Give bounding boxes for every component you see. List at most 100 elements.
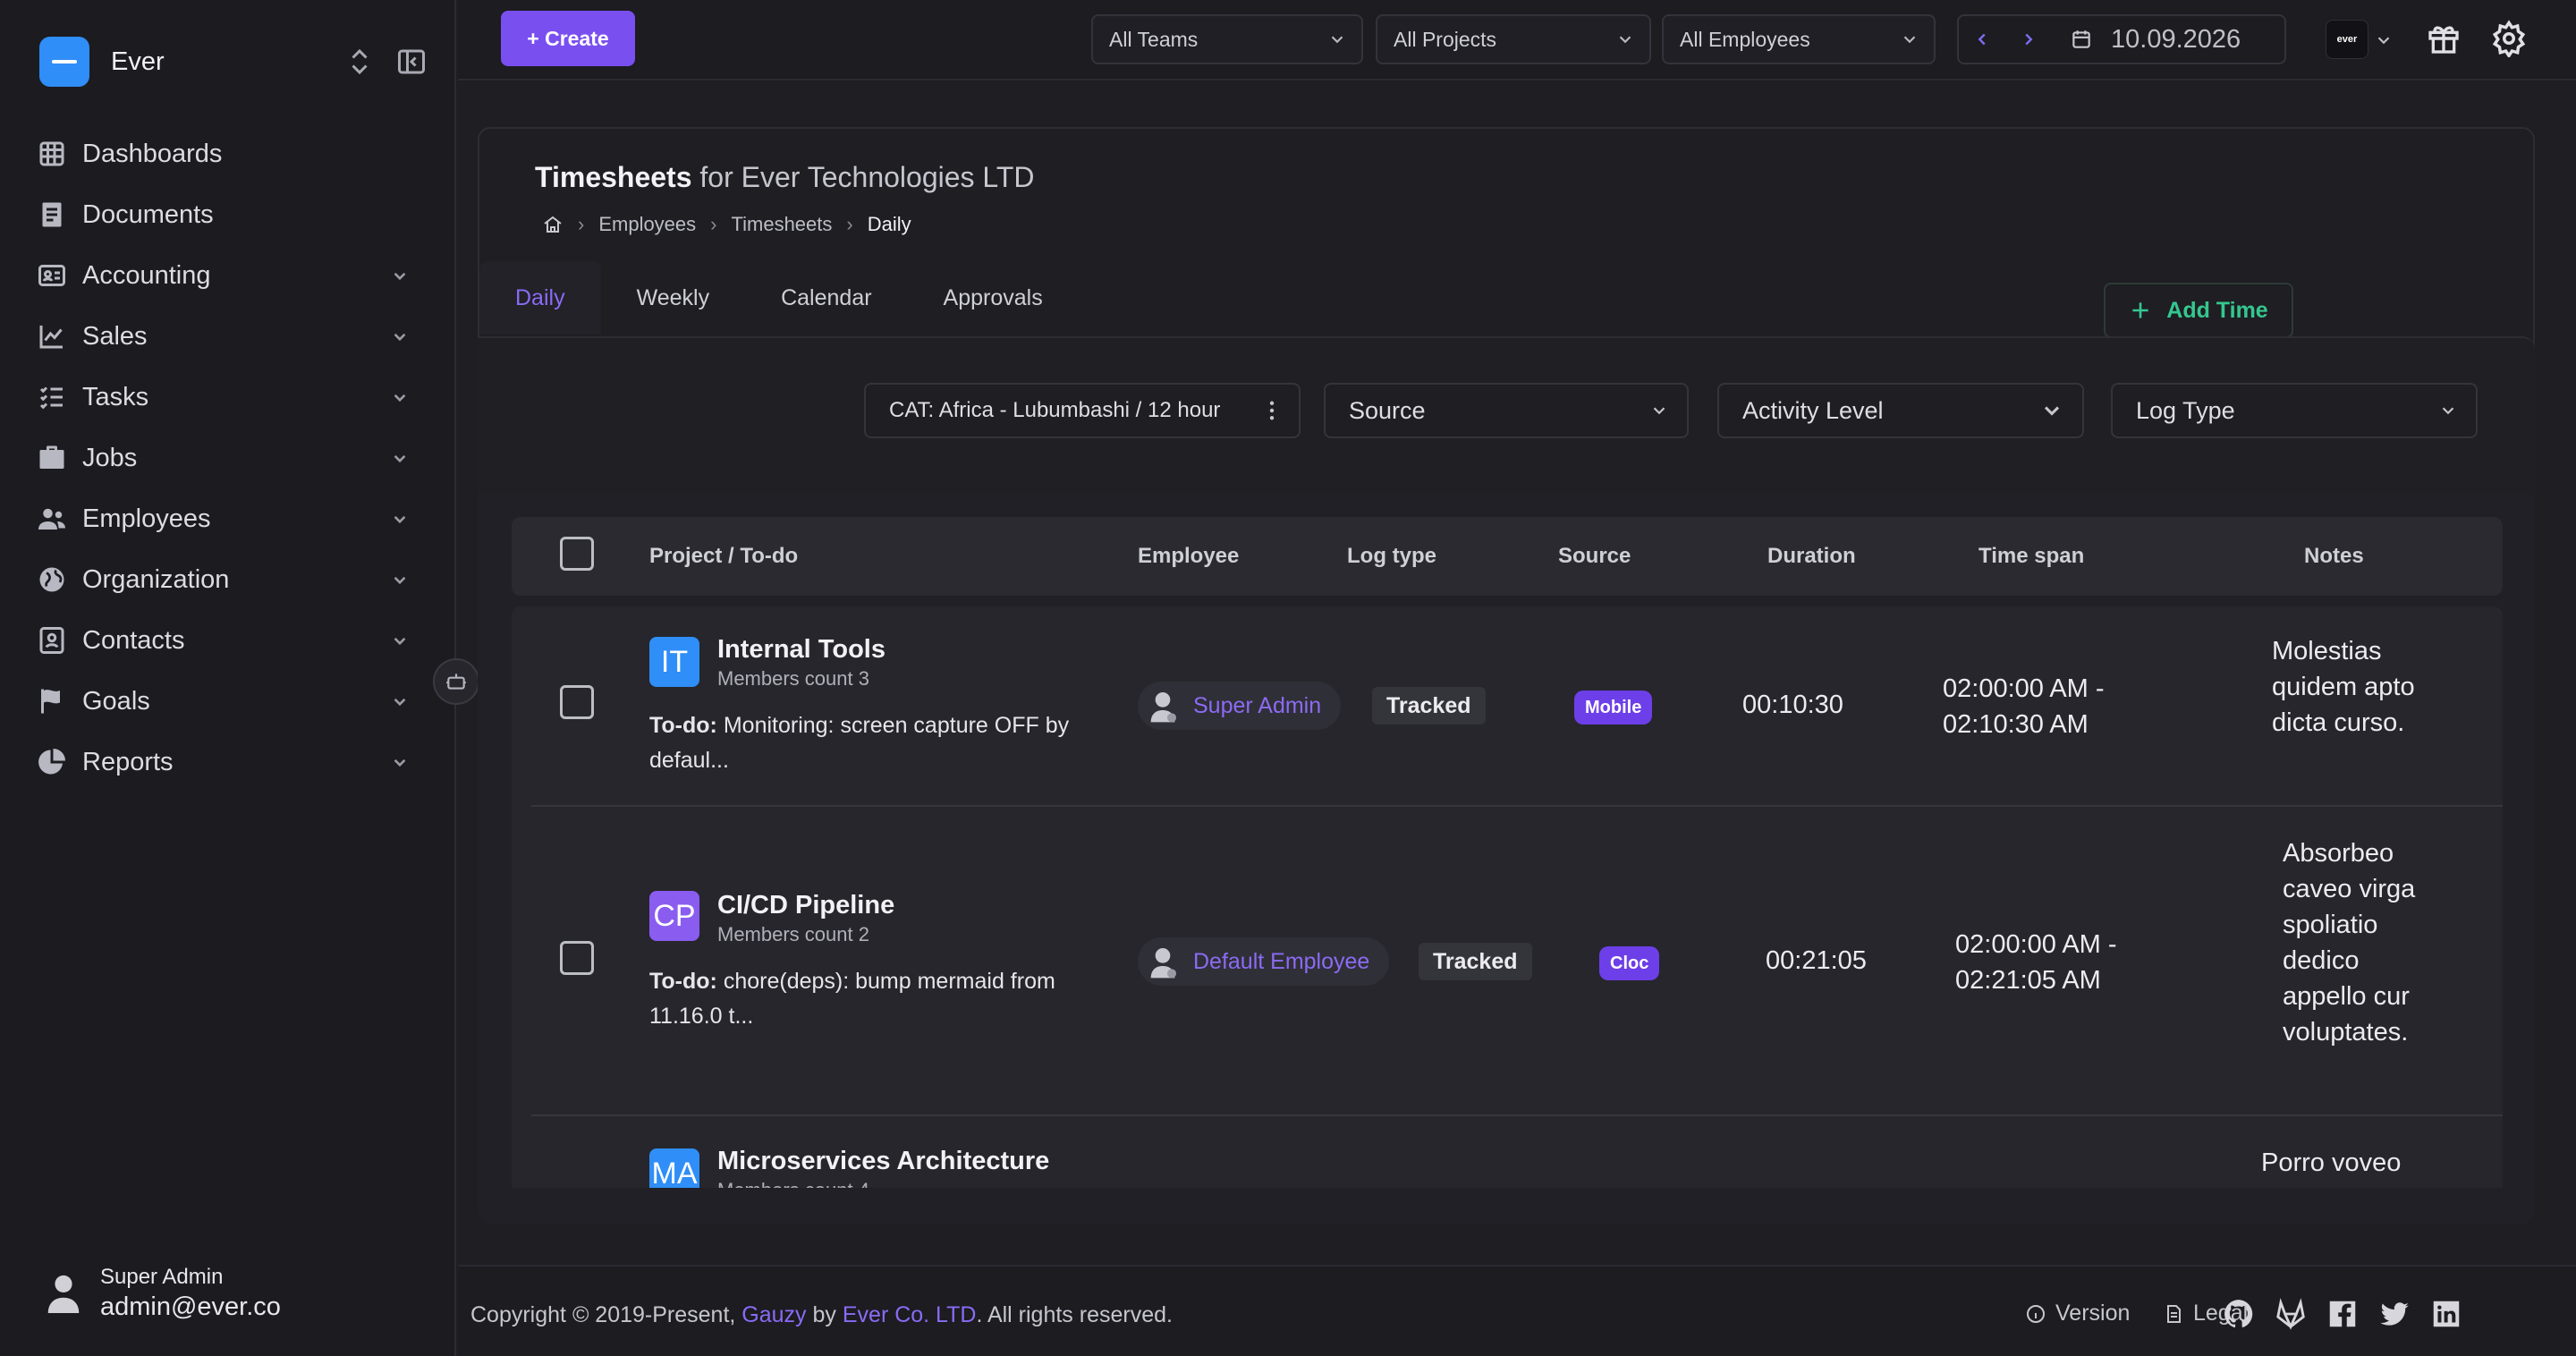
footer: Copyright © 2019-Present, Gauzy by Ever …: [458, 1265, 2576, 1356]
source-select[interactable]: Source: [1324, 383, 1689, 438]
employee-pill[interactable]: Super Admin: [1138, 682, 1342, 730]
tab-approvals[interactable]: Approvals: [908, 261, 1079, 335]
date-prev-button[interactable]: [1959, 16, 2005, 63]
chevron-right-icon: [2025, 33, 2033, 46]
column-time-span[interactable]: Time span: [1979, 544, 2084, 569]
home-icon[interactable]: [542, 214, 564, 235]
page-title-org: for Ever Technologies LTD: [691, 161, 1035, 193]
gauzy-link[interactable]: Gauzy: [741, 1302, 806, 1327]
chevron-down-icon: [1331, 36, 1343, 44]
github-icon[interactable]: [2222, 1297, 2256, 1331]
sidebar-item-organization[interactable]: Organization: [36, 549, 411, 610]
sidebar-item-accounting[interactable]: Accounting: [36, 245, 411, 306]
sidebar-item-dashboards[interactable]: Dashboards: [36, 123, 411, 184]
projects-select[interactable]: All Projects: [1376, 14, 1651, 64]
brand[interactable]: Ever: [39, 36, 425, 88]
date-next-button[interactable]: [2005, 16, 2052, 63]
project-members: Members count 2: [717, 923, 869, 945]
todo-text: To-do: Monitoring: screen capture OFF by…: [649, 708, 1097, 778]
brand-logo: [39, 37, 89, 87]
project-name[interactable]: Microservices Architecture: [717, 1147, 1049, 1176]
gift-icon[interactable]: [2426, 20, 2462, 57]
timezone-select[interactable]: CAT: Africa - Lubumbashi / 12 hour: [864, 383, 1301, 438]
switch-org-icon[interactable]: [343, 45, 376, 79]
tab-daily[interactable]: Daily: [479, 261, 601, 335]
notes: Absorbeo caveo virga spoliatio dedico ap…: [2283, 839, 2416, 1047]
project-avatar: MA: [649, 1148, 699, 1188]
project-avatar: IT: [649, 637, 699, 687]
sidebar-item-contacts[interactable]: Contacts: [36, 610, 411, 671]
chevron-down-icon: [394, 637, 406, 646]
organization-logo[interactable]: ever: [2326, 20, 2368, 59]
company-link[interactable]: Ever Co. LTD: [843, 1302, 977, 1327]
date-picker[interactable]: 10.09.2026: [1957, 14, 2286, 64]
user-profile[interactable]: Super Admin admin@ever.co: [43, 1263, 281, 1322]
teams-select-value: All Teams: [1109, 27, 1199, 51]
sidebar-item-sales[interactable]: Sales: [36, 306, 411, 367]
sidebar-item-tasks[interactable]: Tasks: [36, 367, 411, 428]
time-span-end: 02:10:30 AM: [1943, 710, 2089, 739]
activity-level-select[interactable]: Activity Level: [1717, 383, 2084, 438]
plus-icon: [2132, 302, 2148, 318]
breadcrumb-employees[interactable]: Employees: [598, 213, 696, 236]
project-name[interactable]: Internal Tools: [717, 635, 886, 665]
column-duration[interactable]: Duration: [1767, 544, 1856, 569]
log-type-select[interactable]: Log Type: [2111, 383, 2478, 438]
chevron-down-icon[interactable]: [2374, 30, 2394, 50]
linkedin-icon[interactable]: [2429, 1297, 2463, 1331]
filter-bar: CAT: Africa - Lubumbashi / 12 hour Sourc…: [478, 338, 2535, 494]
pie-chart-icon: [38, 749, 65, 775]
facebook-icon[interactable]: [2326, 1297, 2360, 1331]
top-header: + Create All Teams All Projects All Empl…: [458, 0, 2576, 81]
add-time-button[interactable]: Add Time: [2104, 283, 2293, 338]
sidebar-item-jobs[interactable]: Jobs: [36, 428, 411, 488]
chevron-down-icon: [394, 515, 406, 524]
row-checkbox[interactable]: [560, 685, 594, 719]
table-row[interactable]: IT Internal Tools Members count 3 To-do:…: [531, 606, 2503, 807]
sidebar-item-label: Jobs: [82, 443, 138, 472]
source-select-value: Source: [1349, 396, 1426, 424]
log-type-value: Log Type: [2136, 396, 2235, 424]
add-time-label: Add Time: [2166, 297, 2268, 323]
select-all-checkbox[interactable]: [560, 537, 594, 571]
sidebar-item-employees[interactable]: Employees: [36, 488, 411, 549]
version-link[interactable]: Version: [2025, 1301, 2130, 1326]
column-project[interactable]: Project / To-do: [649, 544, 798, 569]
avatar: [1150, 692, 1176, 723]
employees-select[interactable]: All Employees: [1662, 14, 1936, 64]
robot-icon: [446, 674, 466, 690]
teams-select[interactable]: All Teams: [1091, 14, 1363, 64]
twitter-icon[interactable]: [2377, 1297, 2411, 1331]
sidebar-item-documents[interactable]: Documents: [36, 184, 411, 245]
chevron-down-icon: [1903, 36, 1916, 44]
create-button[interactable]: + Create: [501, 11, 635, 66]
employee-pill[interactable]: Default Employee: [1138, 937, 1390, 986]
gitlab-icon[interactable]: [2274, 1297, 2308, 1331]
gear-icon[interactable]: [2490, 20, 2528, 57]
column-notes[interactable]: Notes: [2304, 544, 2364, 569]
breadcrumb-timesheets[interactable]: Timesheets: [732, 213, 833, 236]
copyright-by: by: [806, 1302, 843, 1327]
project-name[interactable]: CI/CD Pipeline: [717, 891, 894, 920]
chart-line-icon: [39, 326, 63, 349]
todo-text: To-do: chore(deps): bump mermaid from 11…: [649, 964, 1097, 1034]
briefcase-icon: [39, 445, 64, 469]
collapse-sidebar-icon[interactable]: [395, 45, 428, 79]
tab-weekly[interactable]: Weekly: [601, 261, 746, 335]
chevron-down-icon: [394, 272, 406, 281]
sidebar-toggle-button[interactable]: [433, 658, 479, 705]
todo-label: To-do:: [649, 969, 717, 994]
tab-calendar[interactable]: Calendar: [745, 261, 907, 335]
globe-icon: [39, 567, 64, 592]
table-row[interactable]: MA Microservices Architecture Members co…: [531, 1118, 2503, 1188]
sidebar-item-label: Reports: [82, 747, 174, 776]
column-log-type[interactable]: Log type: [1347, 544, 1436, 569]
row-checkbox[interactable]: [560, 941, 594, 975]
table-row[interactable]: CP CI/CD Pipeline Members count 2 To-do:…: [531, 809, 2503, 1116]
sidebar-item-goals[interactable]: Goals: [36, 671, 411, 732]
projects-select-value: All Projects: [1394, 27, 1497, 51]
column-employee[interactable]: Employee: [1138, 544, 1239, 569]
sidebar-item-reports[interactable]: Reports: [36, 732, 411, 792]
activity-level-value: Activity Level: [1742, 396, 1884, 424]
column-source[interactable]: Source: [1558, 544, 1631, 569]
